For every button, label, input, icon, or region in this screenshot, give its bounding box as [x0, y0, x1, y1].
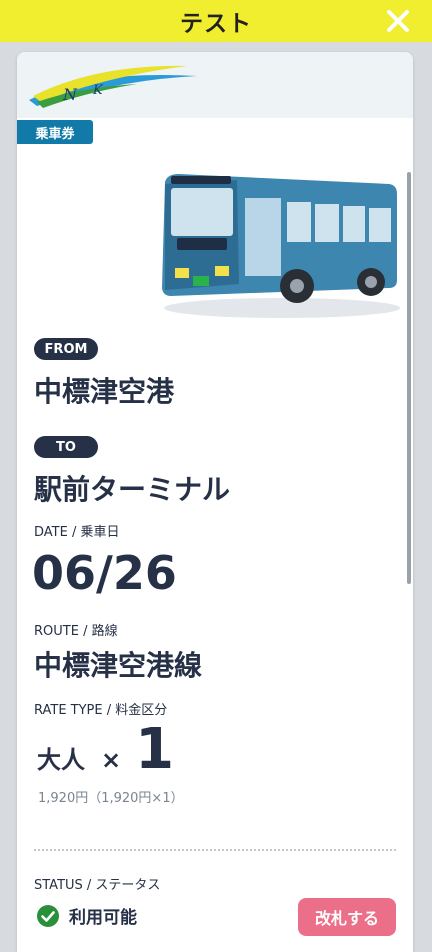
status-row: 利用可能 — [36, 903, 137, 928]
route-value: 中標津空港線 — [34, 649, 203, 682]
ticket-gate-button[interactable]: 改札する — [298, 898, 396, 936]
close-icon[interactable] — [384, 7, 412, 35]
check-circle-icon — [37, 904, 59, 927]
to-label: TO — [34, 436, 98, 458]
rate-times-sign: × — [101, 746, 122, 774]
ticket-type-tag: 乗車券 — [17, 120, 93, 144]
rate-row: 大人 × 1 — [37, 722, 174, 778]
date-label: DATE / 乗車日 — [34, 525, 120, 540]
top-bar: テスト — [0, 0, 432, 42]
date-value: 06/26 — [32, 546, 177, 600]
scrollbar[interactable] — [407, 172, 411, 584]
svg-text:N: N — [62, 85, 78, 104]
status-label: STATUS / ステータス — [34, 878, 161, 893]
rate-type-label: RATE TYPE / 料金区分 — [34, 703, 168, 718]
page-title: テスト — [180, 11, 252, 37]
rate-kind: 大人 — [37, 746, 85, 774]
rate-count: 1 — [135, 717, 175, 782]
status-value: 利用可能 — [69, 908, 137, 928]
ticket-card: N K 乗車券 FROM 中標津空港 TO 駅前ターミナル DATE / 乗車日… — [17, 52, 413, 952]
logo-strip: N K — [17, 52, 413, 118]
from-label: FROM — [34, 338, 98, 360]
bus-illustration — [162, 174, 400, 318]
company-logo: N K — [29, 65, 197, 108]
route-label: ROUTE / 路線 — [34, 624, 118, 639]
to-value: 駅前ターミナル — [34, 473, 231, 506]
fare-detail: 1,920円（1,920円×1） — [38, 791, 184, 806]
from-value: 中標津空港 — [34, 375, 175, 408]
svg-text:K: K — [92, 83, 104, 98]
divider — [34, 849, 396, 851]
